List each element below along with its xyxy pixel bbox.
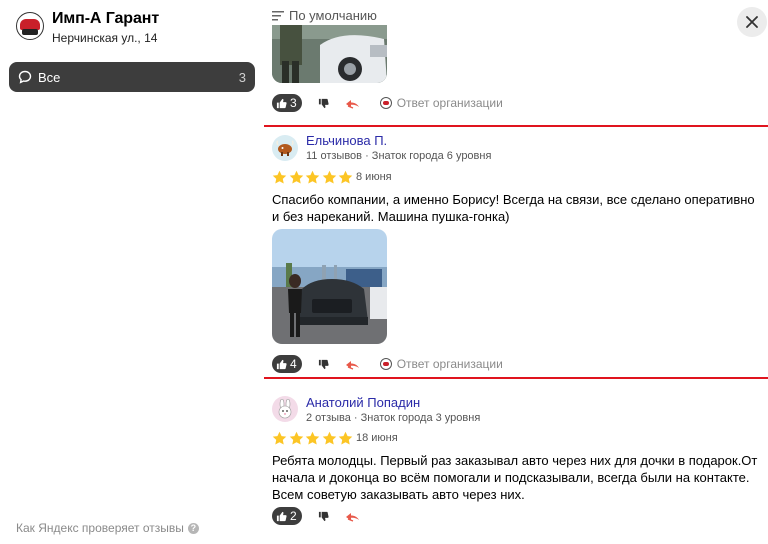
star-rating — [272, 431, 355, 446]
share-button[interactable] — [345, 511, 360, 522]
previous-review-actions: 3 Ответ организации — [272, 94, 503, 112]
like-count: 4 — [290, 357, 297, 371]
review-photo[interactable] — [272, 229, 387, 344]
star-icon — [322, 170, 336, 184]
review-author-meta: 2 отзыва · Знаток города 3 уровня — [306, 412, 481, 424]
question-icon: ? — [187, 522, 199, 534]
share-icon — [345, 512, 359, 522]
previous-review-photo[interactable] — [272, 25, 387, 83]
star-icon — [338, 431, 353, 445]
how-yandex-checks-link[interactable]: Как Яндекс проверяет отзывы ? — [16, 521, 199, 535]
org-reply-label: Ответ организации — [396, 96, 503, 110]
thumbs-up-icon — [276, 359, 287, 369]
like-button[interactable]: 2 — [272, 507, 302, 525]
review-author-meta: 11 отзывов · Знаток города 6 уровня — [306, 150, 492, 162]
organization-address: Нерчинская ул., 14 — [52, 31, 158, 45]
like-button[interactable]: 4 — [272, 355, 302, 373]
review-date: 18 июня — [356, 432, 398, 444]
star-icon — [322, 431, 336, 445]
review-actions: 2 — [272, 507, 360, 525]
organization-name: Имп-А Гарант — [52, 10, 160, 27]
thumbs-up-icon — [276, 511, 287, 521]
thumbs-down-icon — [318, 98, 329, 108]
review-card: Анатолий Попадин 2 отзыва · Знаток город… — [264, 392, 768, 544]
organization-header: Имп-А Гарант Нерчинская ул., 14 — [16, 9, 159, 46]
org-reply-label: Ответ организации — [396, 357, 503, 371]
bunny-icon — [272, 396, 298, 422]
dislike-button[interactable] — [318, 511, 329, 522]
filter-tab-label: Все — [38, 69, 61, 85]
thumbs-down-icon — [318, 511, 329, 521]
share-button[interactable] — [345, 98, 360, 109]
star-rating — [272, 170, 355, 185]
star-icon — [272, 170, 287, 184]
reviews-feed[interactable]: 3 Ответ организации Ельчинова П. 11 отзы… — [264, 0, 768, 544]
like-button[interactable]: 3 — [272, 94, 302, 112]
star-icon — [305, 170, 320, 184]
org-reply-link[interactable]: Ответ организации — [379, 357, 503, 371]
dislike-button[interactable] — [318, 98, 329, 109]
filter-tab-all[interactable]: Все 3 — [9, 62, 255, 92]
speech-bubble-icon — [18, 70, 32, 84]
dislike-button[interactable] — [318, 359, 329, 370]
share-icon — [345, 99, 359, 109]
star-icon — [272, 431, 287, 445]
star-icon — [305, 431, 320, 445]
review-author[interactable]: Ельчинова П. — [306, 133, 387, 148]
bull-icon — [272, 135, 298, 161]
share-icon — [345, 360, 359, 370]
organization-logo — [16, 12, 44, 40]
thumbs-down-icon — [318, 359, 329, 369]
like-count: 2 — [290, 509, 297, 523]
like-count: 3 — [290, 96, 297, 110]
review-author[interactable]: Анатолий Попадин — [306, 395, 420, 410]
organization-mini-logo — [379, 358, 392, 370]
review-date: 8 июня — [356, 171, 392, 183]
star-icon — [289, 431, 303, 445]
review-actions: 4 Ответ организации — [272, 355, 503, 373]
how-yandex-checks-label: Как Яндекс проверяет отзывы — [16, 521, 184, 535]
thumbs-up-icon — [276, 98, 287, 108]
share-button[interactable] — [345, 359, 360, 370]
review-card: Ельчинова П. 11 отзывов · Знаток города … — [264, 125, 768, 379]
star-icon — [338, 170, 353, 184]
filter-tab-count: 3 — [238, 69, 246, 85]
organization-mini-logo — [379, 97, 392, 109]
star-icon — [289, 170, 303, 184]
review-text: Спасибо компании, а именно Борису! Всегд… — [272, 192, 755, 224]
review-text: Ребята молодцы. Первый раз заказывал авт… — [272, 453, 758, 502]
org-reply-link[interactable]: Ответ организации — [379, 96, 503, 110]
left-panel: Имп-А Гарант Нерчинская ул., 14 Все 3 Ка… — [0, 0, 264, 544]
